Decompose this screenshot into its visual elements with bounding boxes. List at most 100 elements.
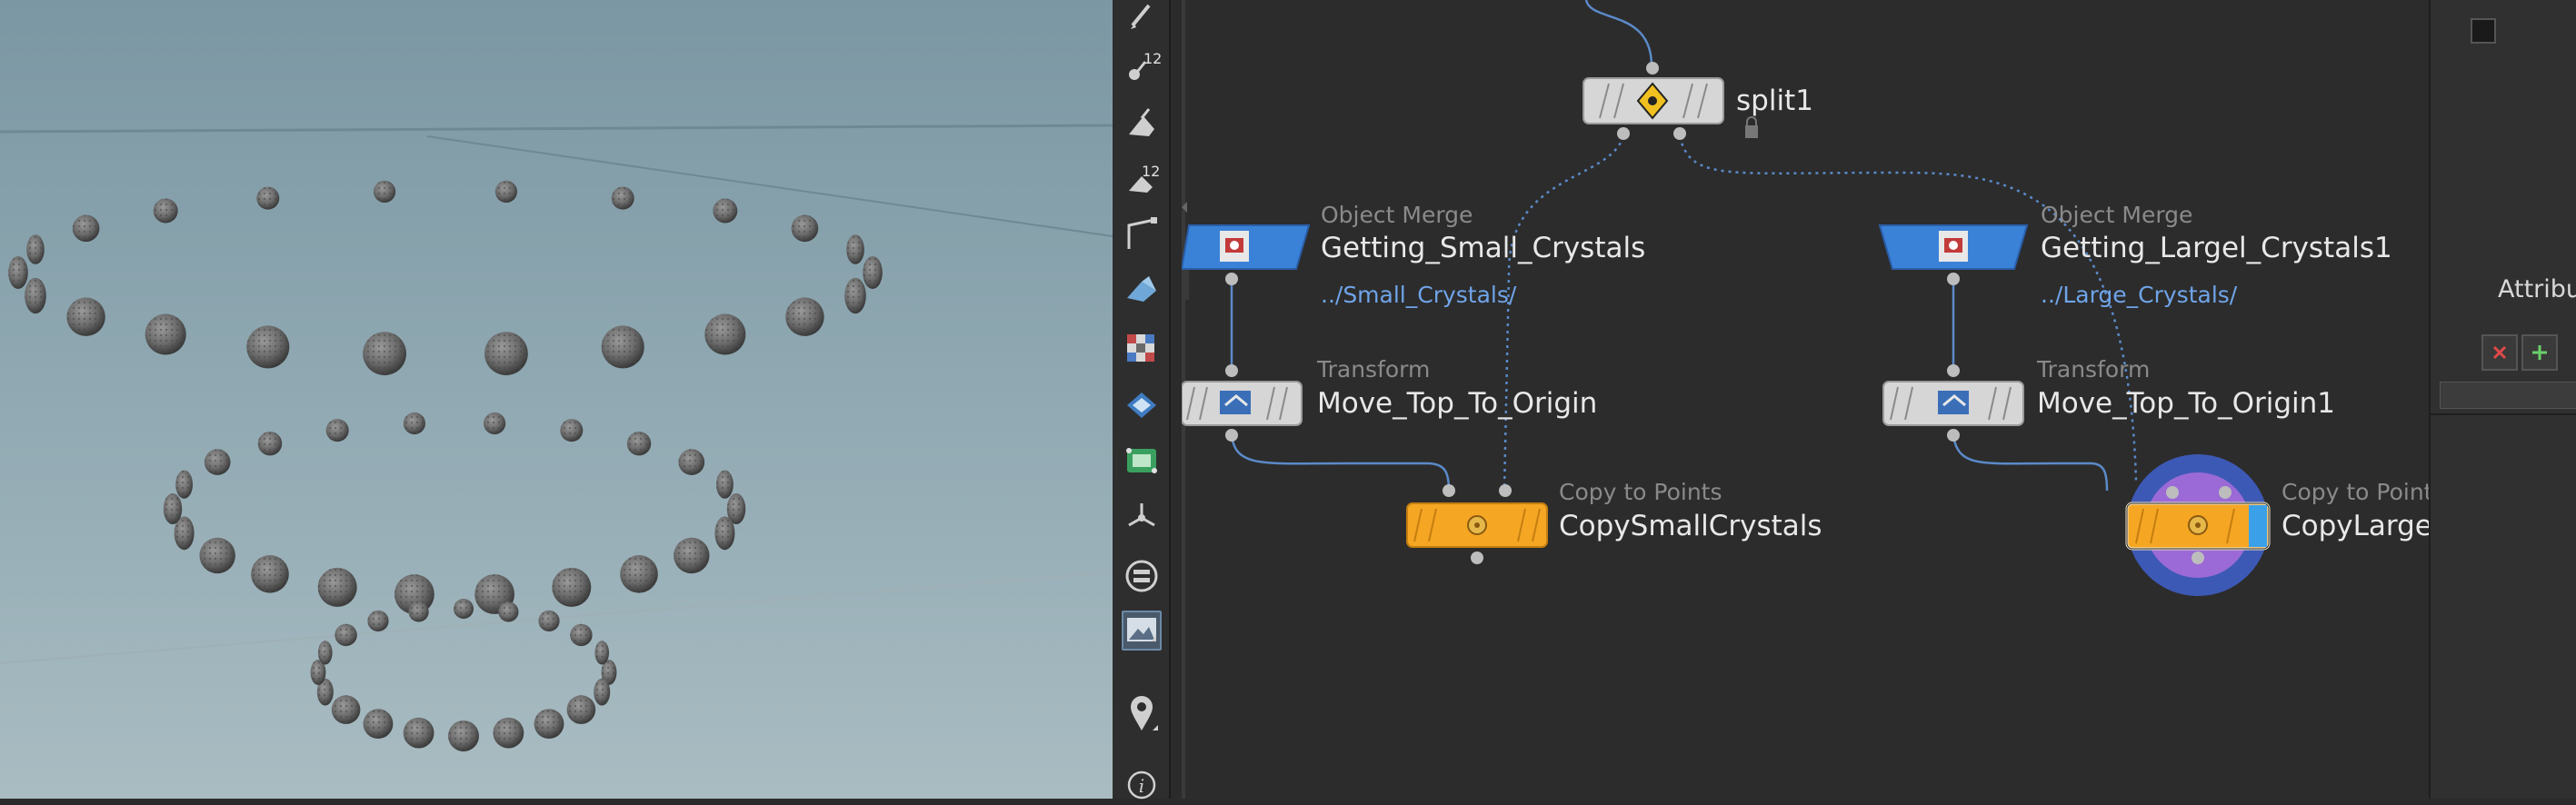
badge-text: 12 — [1143, 50, 1162, 67]
crystal-texture — [844, 277, 866, 314]
crystal-texture — [678, 449, 705, 475]
node-object-merge-small[interactable] — [1182, 224, 1311, 285]
crystal-texture — [145, 313, 186, 355]
crystal-texture — [594, 678, 611, 706]
crystal-texture — [448, 721, 479, 751]
checker-icon[interactable] — [1122, 327, 1162, 367]
crystal-texture — [199, 537, 235, 574]
node-copy-to-points-large[interactable] — [2125, 454, 2271, 596]
wire — [1952, 435, 2109, 492]
color-swatch[interactable] — [2471, 18, 2496, 44]
node-transform-small[interactable] — [1182, 364, 1303, 442]
crystal-texture — [331, 695, 361, 724]
crystal-texture — [498, 601, 519, 622]
crystal-texture — [367, 610, 389, 632]
network-editor[interactable]: split1 Object Merge Getting_Small_Crysta… — [1182, 0, 2429, 799]
parameter-pane-section: Attribut — [2431, 0, 2576, 415]
crystal-texture — [26, 234, 45, 264]
crystal-texture — [374, 180, 396, 203]
crystal-texture — [493, 717, 524, 749]
crystal-texture — [363, 332, 406, 375]
node-split[interactable] — [1583, 62, 1758, 140]
node-object-merge-large[interactable] — [1878, 224, 2029, 285]
crystal-texture — [484, 332, 528, 375]
brush-icon[interactable] — [1122, 102, 1162, 142]
add-icon — [2532, 345, 2547, 360]
crystal-texture — [403, 717, 434, 749]
wire-dotted — [1503, 135, 1625, 492]
crystal-texture — [846, 234, 864, 264]
remove-button[interactable] — [2481, 334, 2518, 371]
crystal-texture — [863, 256, 883, 289]
node-name-getting-large-crystals: Getting_Largel_Crystals1 — [2041, 232, 2392, 264]
viewport-toolbar: 12 12 i — [1113, 0, 1171, 800]
crystal-texture — [325, 419, 349, 442]
node-param-small-path[interactable]: ../Small_Crystals/ — [1321, 282, 1516, 308]
node-name-move-top-to-origin: Move_Top_To_Origin — [1317, 387, 1598, 420]
crystal-texture — [560, 419, 584, 442]
node-name-copy-small-crystals: CopySmallCrystals — [1559, 510, 1822, 542]
crystal-texture — [72, 214, 100, 243]
node-transform-large[interactable] — [1882, 364, 2024, 442]
curve-icon[interactable] — [1122, 214, 1162, 254]
snap-icon[interactable] — [1122, 385, 1162, 425]
grid-line — [426, 135, 1113, 237]
crystal-texture — [791, 214, 819, 243]
crystal-texture — [66, 297, 105, 336]
attribute-field[interactable] — [2440, 382, 2576, 409]
crystal-texture — [363, 709, 394, 739]
crystal-texture — [175, 470, 194, 499]
crystal-texture — [552, 567, 592, 607]
display-flag — [2249, 505, 2267, 547]
crystal-texture — [454, 599, 474, 619]
crystal-texture — [8, 256, 28, 289]
crystal-texture — [403, 412, 425, 435]
lock-icon — [1745, 125, 1758, 138]
uv-icon[interactable] — [1122, 440, 1162, 480]
crystal-texture — [163, 493, 183, 524]
crystal-texture — [317, 567, 357, 607]
points-12-icon[interactable]: 12 — [1122, 44, 1162, 84]
crystal-texture — [626, 432, 652, 456]
pivot-icon[interactable] — [1122, 498, 1162, 538]
node-type-transform: Transform — [2037, 356, 2151, 383]
crystal-rings — [8, 180, 883, 751]
paint-icon[interactable] — [1122, 269, 1162, 309]
node-name-copy-large-crystals: CopyLargeCrystals1 — [2281, 510, 2429, 542]
crystal-texture — [494, 180, 518, 203]
node-copy-to-points-small[interactable] — [1406, 484, 1548, 564]
scene-viewport[interactable] — [0, 0, 1113, 799]
node-param-large-path[interactable]: ../Large_Crystals/ — [2041, 282, 2237, 308]
pin-icon[interactable] — [1122, 694, 1162, 734]
pen-icon[interactable] — [1122, 0, 1162, 40]
crystal-texture — [570, 623, 593, 647]
attribute-label: Attribut — [2498, 275, 2576, 303]
crystal-texture — [785, 297, 824, 336]
wire — [1230, 435, 1451, 492]
crystal-texture — [601, 325, 644, 369]
node-name-getting-small-crystals: Getting_Small_Crystals — [1321, 232, 1646, 264]
crystal-texture — [153, 198, 178, 224]
crystal-texture — [566, 695, 596, 724]
viewport-canvas — [0, 124, 1113, 751]
node-type-object-merge: Object Merge — [1321, 202, 1473, 228]
add-button[interactable] — [2521, 334, 2558, 371]
crystal-texture — [204, 449, 231, 475]
display-icon[interactable] — [1122, 611, 1162, 651]
crystal-texture — [611, 186, 634, 210]
frame-icon[interactable] — [1122, 556, 1162, 596]
wire-dotted — [1678, 135, 2138, 482]
crystal-texture — [674, 537, 710, 574]
crystal-texture — [408, 601, 429, 622]
crystal-texture — [25, 277, 46, 314]
info-icon[interactable]: i — [1122, 765, 1162, 805]
badge-text: 12 — [1142, 163, 1160, 180]
grid-line — [0, 124, 1113, 134]
crystal-texture — [716, 470, 734, 499]
node-name-split: split1 — [1736, 84, 1813, 117]
crystal-texture — [704, 313, 746, 355]
crystal-texture — [334, 623, 357, 647]
crystal-texture — [246, 325, 290, 369]
crystal-texture — [714, 516, 735, 551]
brush-12-icon[interactable]: 12 — [1122, 156, 1162, 196]
